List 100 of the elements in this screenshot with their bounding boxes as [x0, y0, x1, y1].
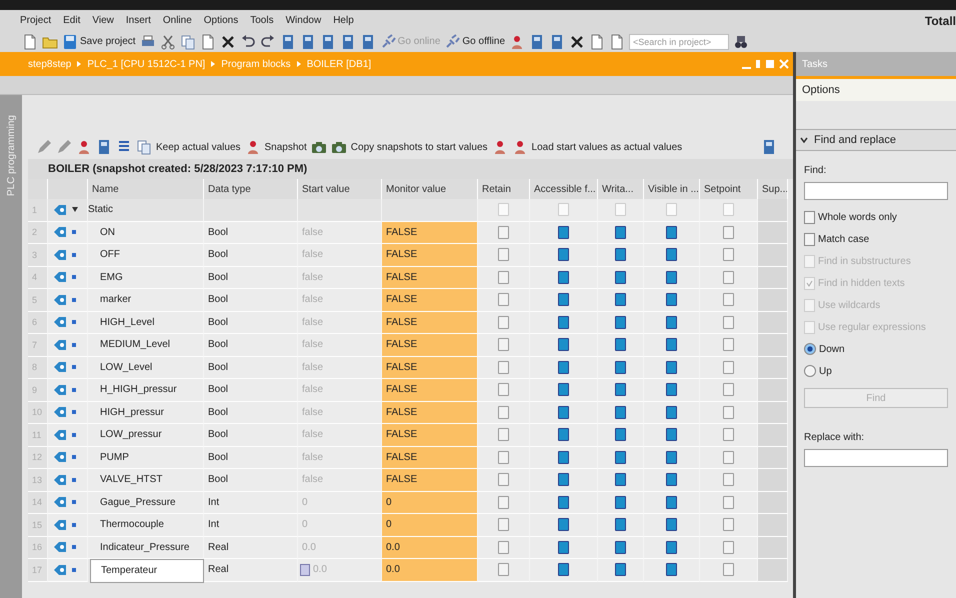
column-header[interactable]: Name [88, 179, 204, 199]
page-icon[interactable] [609, 34, 626, 50]
checkbox[interactable] [723, 563, 734, 576]
pencil-icon[interactable] [36, 139, 52, 155]
menu-item[interactable]: Edit [63, 15, 80, 26]
checkbox[interactable] [723, 406, 734, 419]
menu-item[interactable]: Help [333, 15, 354, 26]
maximize-icon[interactable] [765, 58, 775, 70]
checkbox[interactable] [498, 360, 509, 374]
checkbox[interactable] [615, 316, 626, 329]
checkbox[interactable] [666, 360, 677, 374]
checkbox[interactable] [615, 406, 626, 419]
checkbox[interactable] [666, 473, 677, 486]
copy-icon[interactable] [180, 34, 196, 50]
section-header[interactable]: Find and replace [796, 129, 956, 151]
checkbox[interactable] [558, 540, 569, 554]
scissors-icon[interactable] [160, 34, 176, 50]
radio-button[interactable] [804, 343, 816, 355]
checkbox[interactable] [498, 540, 509, 554]
checkbox[interactable] [615, 383, 626, 396]
checkbox[interactable] [615, 226, 626, 239]
checkbox[interactable] [615, 450, 626, 464]
save-project-button[interactable]: Save project [62, 34, 136, 50]
column-header[interactable]: Accessible f... [530, 179, 598, 199]
checkbox[interactable] [558, 383, 569, 396]
binoculars-icon[interactable] [733, 34, 750, 50]
checkbox[interactable] [666, 518, 677, 532]
menu-item[interactable]: Online [162, 15, 192, 26]
checkbox[interactable] [498, 248, 509, 262]
checkbox[interactable] [723, 293, 734, 306]
checkbox[interactable] [666, 338, 677, 352]
checkbox[interactable] [558, 226, 569, 239]
checkbox[interactable] [498, 383, 509, 396]
column-header[interactable]: Monitor value [382, 179, 478, 199]
checkbox[interactable] [615, 270, 626, 284]
checkbox[interactable] [498, 518, 509, 532]
checkbox[interactable] [615, 338, 626, 352]
checkbox[interactable] [723, 473, 734, 486]
column-header[interactable]: Visible in ... [644, 179, 700, 199]
checkbox[interactable] [558, 293, 569, 306]
checkbox[interactable] [498, 473, 509, 486]
checkbox[interactable] [615, 540, 626, 554]
name-field[interactable]: Temperateur [90, 559, 204, 582]
checkbox[interactable] [666, 406, 677, 419]
checkbox[interactable] [558, 428, 569, 442]
page-icon[interactable] [22, 34, 38, 50]
checkbox[interactable] [558, 518, 569, 532]
checkbox[interactable] [615, 293, 626, 306]
column-header[interactable]: Sup... [758, 179, 788, 199]
checkbox[interactable] [615, 518, 626, 532]
checkbox[interactable] [723, 360, 734, 374]
plug-icon[interactable] [444, 34, 460, 50]
checkbox[interactable] [615, 428, 626, 442]
search-field[interactable]: <Search in project> [629, 34, 730, 50]
checkbox[interactable] [558, 270, 569, 284]
find-field[interactable] [804, 182, 948, 200]
checkbox[interactable] [723, 496, 734, 509]
checkbox[interactable] [498, 496, 509, 509]
checkbox-label[interactable]: Whole words only [818, 212, 897, 222]
close-icon[interactable] [779, 58, 789, 70]
checkbox[interactable] [666, 248, 677, 262]
checkbox[interactable] [498, 338, 509, 352]
checkbox[interactable] [666, 226, 677, 239]
pin-icon[interactable] [755, 58, 761, 70]
column-header[interactable]: Start value [298, 179, 382, 199]
checkbox[interactable] [558, 316, 569, 329]
checkbox[interactable] [498, 406, 509, 419]
checkbox[interactable] [666, 383, 677, 396]
checkbox[interactable] [666, 293, 677, 306]
menu-item[interactable]: Project [20, 15, 52, 26]
column-header[interactable]: Setpoint [700, 179, 758, 199]
radio-label[interactable]: Down [819, 344, 845, 354]
radio-label[interactable]: Up [819, 366, 832, 376]
camera-icon[interactable] [310, 139, 327, 155]
checkbox[interactable] [666, 428, 677, 442]
checkbox[interactable] [615, 248, 626, 262]
checkbox[interactable] [723, 428, 734, 442]
checkbox[interactable] [804, 232, 815, 246]
checkbox[interactable] [666, 540, 677, 554]
checkbox[interactable] [558, 406, 569, 419]
menu-item[interactable]: Insert [126, 15, 151, 26]
checkbox[interactable] [498, 316, 509, 329]
checkbox[interactable] [723, 248, 734, 262]
checkbox[interactable] [615, 473, 626, 486]
undo-icon[interactable] [240, 34, 256, 50]
checkbox[interactable] [498, 428, 509, 442]
checkbox[interactable] [666, 270, 677, 284]
checkbox[interactable] [615, 496, 626, 509]
edit-icon[interactable] [300, 564, 310, 576]
copy-snapshots-button[interactable]: Copy snapshots to start values [350, 142, 488, 152]
menu-item[interactable]: Tools [250, 15, 274, 26]
module-icon[interactable] [761, 139, 777, 155]
column-header[interactable]: Data type [204, 179, 298, 199]
person-icon[interactable] [76, 139, 92, 155]
checkbox[interactable] [666, 450, 677, 464]
menu-item[interactable]: Window [286, 15, 322, 26]
checkbox[interactable] [558, 360, 569, 374]
checkbox[interactable] [498, 226, 509, 239]
checkbox[interactable] [666, 316, 677, 329]
go-offline-button[interactable]: Go offline [444, 34, 506, 50]
